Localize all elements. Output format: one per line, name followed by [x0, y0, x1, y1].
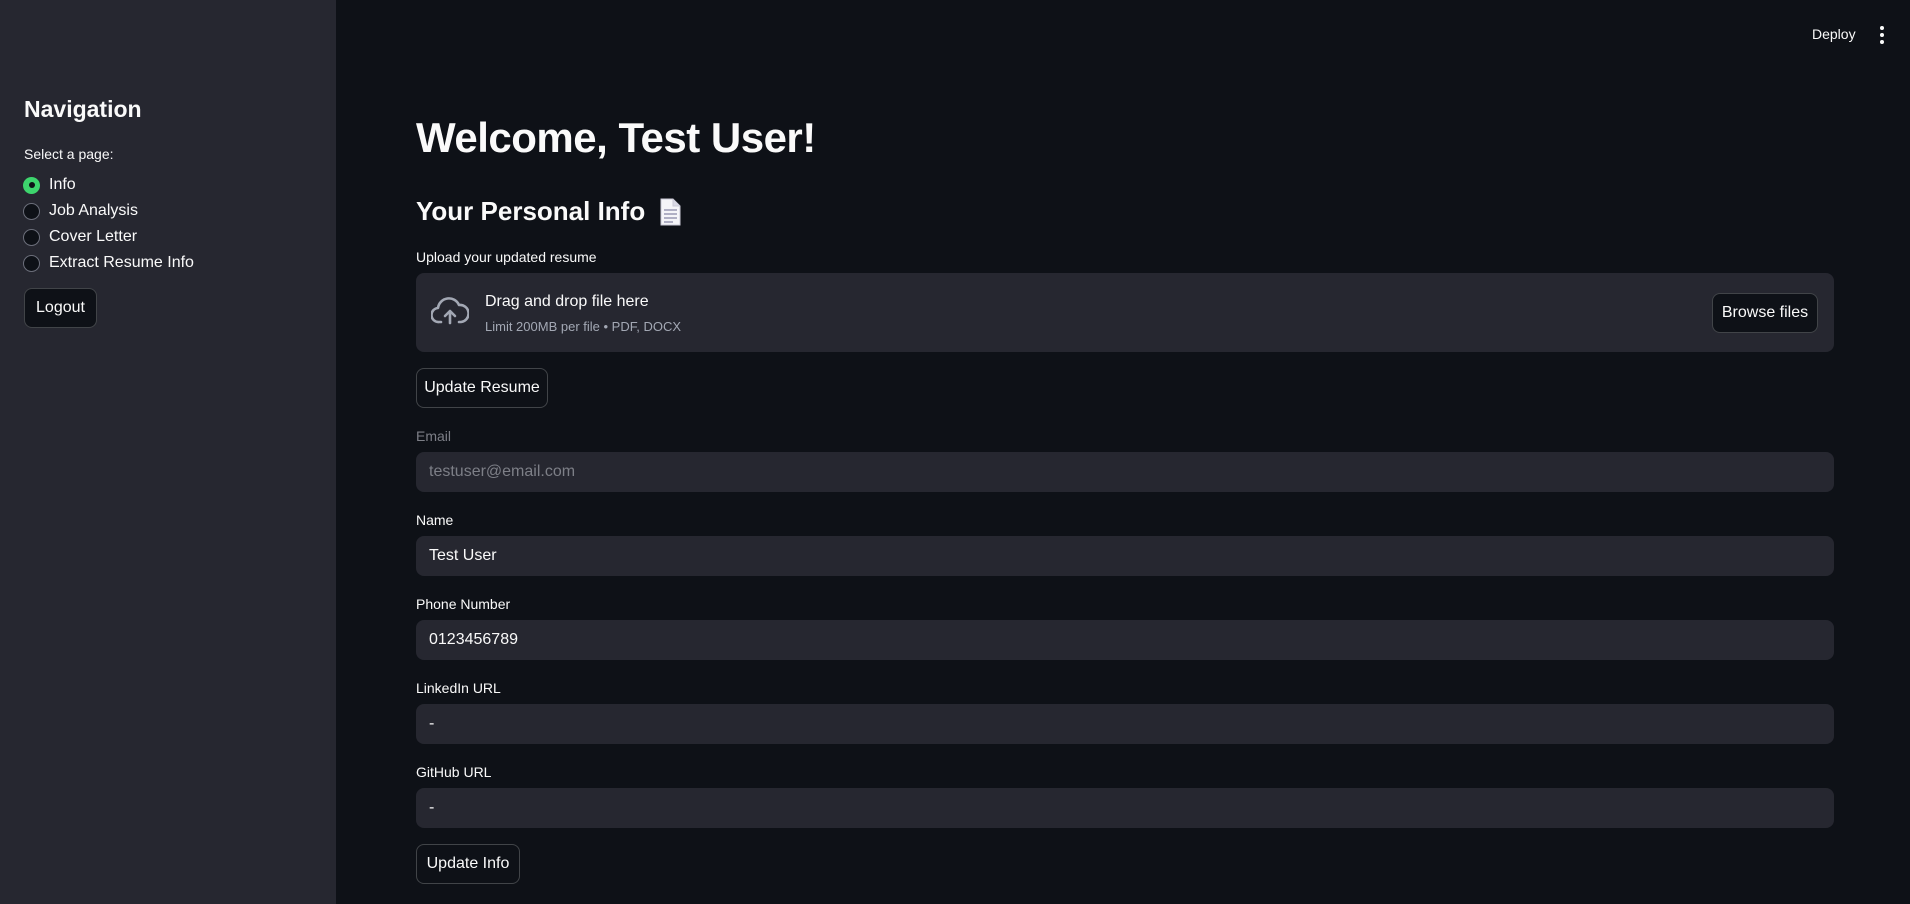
upload-label: Upload your updated resume	[416, 249, 597, 265]
name-field[interactable]	[416, 536, 1834, 576]
subheader-text: Your Personal Info	[416, 196, 646, 226]
page-radio-group: Info Job Analysis Cover Letter Extract R…	[23, 172, 194, 276]
sidebar: Navigation Select a page: Info Job Analy…	[0, 0, 336, 904]
name-label: Name	[416, 512, 454, 528]
radio-option-extract-resume-info[interactable]: Extract Resume Info	[23, 250, 194, 276]
section-subheader: Your Personal Info	[416, 196, 681, 227]
phone-field[interactable]	[416, 620, 1834, 660]
radio-button-icon[interactable]	[23, 228, 40, 246]
radio-button-icon[interactable]	[23, 202, 40, 220]
radio-button-icon[interactable]	[23, 176, 40, 194]
dot	[1880, 40, 1884, 44]
github-field[interactable]	[416, 788, 1834, 828]
radio-option-job-analysis[interactable]: Job Analysis	[23, 198, 194, 224]
linkedin-field[interactable]	[416, 704, 1834, 744]
radio-option-info[interactable]: Info	[23, 172, 194, 198]
app: Navigation Select a page: Info Job Analy…	[0, 0, 1910, 904]
radio-option-cover-letter[interactable]: Cover Letter	[23, 224, 194, 250]
dot	[1880, 26, 1884, 30]
cloud-upload-icon	[431, 297, 469, 325]
dropzone-title: Drag and drop file here	[485, 293, 649, 310]
radio-option-label: Extract Resume Info	[49, 254, 194, 271]
radio-option-label: Job Analysis	[49, 202, 138, 219]
update-info-button[interactable]: Update Info	[416, 844, 520, 884]
sidebar-title: Navigation	[24, 96, 142, 122]
file-dropzone[interactable]: Drag and drop file here Limit 200MB per …	[416, 273, 1834, 352]
phone-label: Phone Number	[416, 596, 511, 612]
radio-option-label: Cover Letter	[49, 228, 138, 245]
page-title: Welcome, Test User!	[416, 114, 816, 161]
radio-option-label: Info	[49, 176, 76, 193]
email-field[interactable]	[416, 452, 1834, 492]
browse-files-button[interactable]: Browse files	[1712, 293, 1818, 333]
dropzone-subtitle: Limit 200MB per file • PDF, DOCX	[485, 319, 681, 334]
radio-group-label: Select a page:	[24, 146, 114, 162]
main-content: Welcome, Test User! Your Personal Info U…	[416, 0, 1834, 904]
vertical-ellipsis-icon[interactable]	[1876, 26, 1888, 44]
linkedin-label: LinkedIn URL	[416, 680, 501, 696]
email-label: Email	[416, 428, 452, 444]
github-label: GitHub URL	[416, 764, 492, 780]
radio-button-icon[interactable]	[23, 254, 40, 272]
update-resume-button[interactable]: Update Resume	[416, 368, 548, 408]
page-facing-up-icon	[660, 198, 681, 225]
dot	[1880, 33, 1884, 37]
logout-button[interactable]: Logout	[24, 288, 97, 328]
